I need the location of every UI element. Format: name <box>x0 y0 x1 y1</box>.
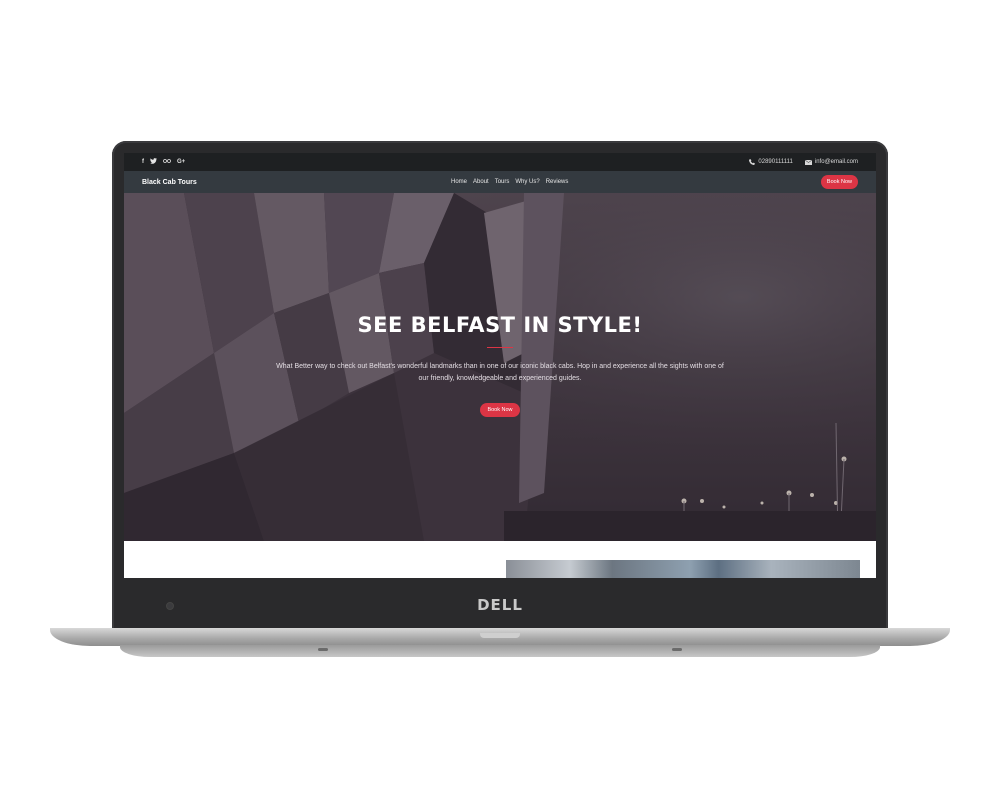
hero-divider <box>487 347 513 348</box>
nav-links: Home About Tours Why Us? Reviews <box>451 171 568 193</box>
laptop-base-lip <box>120 645 880 657</box>
main-navbar: Black Cab Tours Home About Tours Why Us?… <box>124 171 876 193</box>
facebook-icon[interactable]: f <box>142 159 144 165</box>
social-links: f G+ <box>142 158 185 166</box>
tripadvisor-icon[interactable] <box>163 158 171 166</box>
phone-icon <box>749 159 756 165</box>
nav-reviews[interactable]: Reviews <box>546 179 569 185</box>
laptop-notch <box>480 633 520 638</box>
email-contact[interactable]: info@email.com <box>804 159 858 165</box>
website-screen: f G+ 02890111111 info@email.com Black Ca… <box>124 153 876 578</box>
tour-photo <box>506 560 860 578</box>
hero-content: SEE BELFAST IN STYLE! What Better way to… <box>124 313 876 417</box>
hero-description: What Better way to check out Belfast's w… <box>276 363 724 382</box>
site-brand[interactable]: Black Cab Tours <box>142 179 197 186</box>
contact-info: 02890111111 info@email.com <box>749 159 858 165</box>
content-section <box>124 541 876 578</box>
hero-section: SEE BELFAST IN STYLE! What Better way to… <box>124 193 876 541</box>
envelope-icon <box>804 159 812 165</box>
phone-contact[interactable]: 02890111111 <box>749 159 793 165</box>
google-plus-icon[interactable]: G+ <box>177 159 185 165</box>
laptop-foot <box>318 648 328 651</box>
twitter-icon[interactable] <box>150 158 157 166</box>
top-info-bar: f G+ 02890111111 info@email.com <box>124 153 876 171</box>
nav-home[interactable]: Home <box>451 179 467 185</box>
hero-title: SEE BELFAST IN STYLE! <box>357 313 643 337</box>
book-now-nav-button[interactable]: Book Now <box>820 175 858 189</box>
dell-logo: DELL <box>477 596 523 614</box>
email-address: info@email.com <box>814 159 858 165</box>
laptop-foot <box>672 648 682 651</box>
nav-why-us[interactable]: Why Us? <box>515 179 539 185</box>
book-now-hero-button[interactable]: Book Now <box>480 403 520 417</box>
phone-number: 02890111111 <box>758 159 793 165</box>
nav-about[interactable]: About <box>473 179 489 185</box>
nav-tours[interactable]: Tours <box>495 179 510 185</box>
